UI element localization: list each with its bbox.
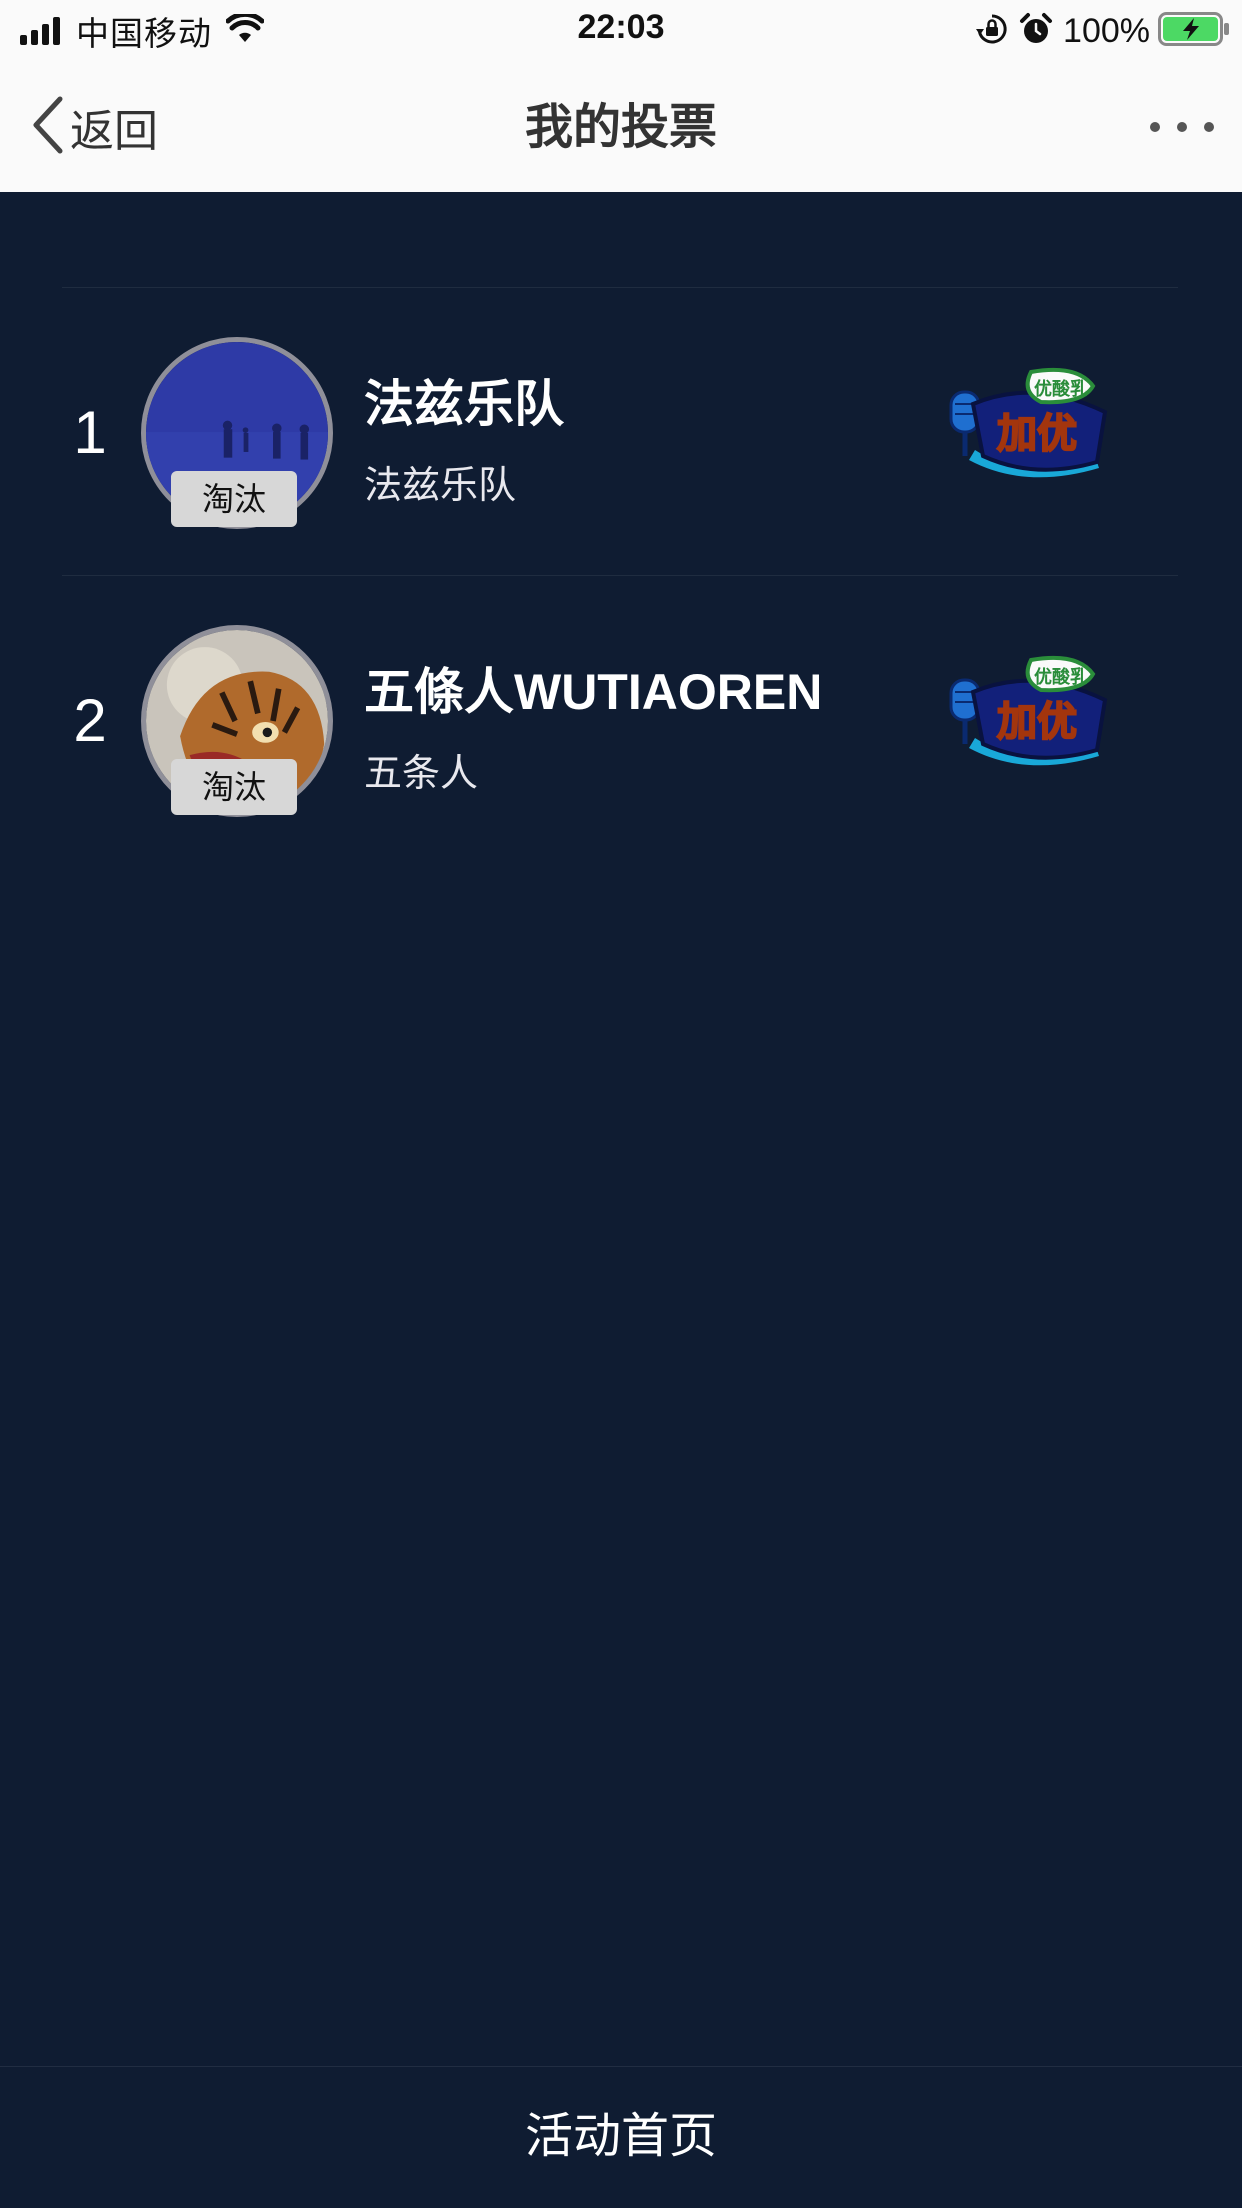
eliminated-tag: 淘汰 — [171, 759, 297, 815]
battery-icon — [1158, 12, 1230, 50]
nav-bar: 返回 我的投票 — [0, 62, 1242, 192]
alarm-icon — [1019, 12, 1053, 50]
sponsor-logo[interactable]: 优酸乳 加优 — [945, 364, 1115, 490]
more-icon[interactable] — [1133, 102, 1214, 152]
battery-percent: 100% — [1063, 11, 1150, 50]
svg-text:优酸乳: 优酸乳 — [1034, 378, 1088, 400]
svg-text:加优: 加优 — [997, 699, 1077, 745]
page-title: 我的投票 — [524, 99, 717, 155]
eliminated-tag: 淘汰 — [171, 471, 297, 527]
item-name: 五條人WUTIAOREN — [364, 664, 823, 720]
vote-list: 1 淘汰 法兹乐队 法兹乐队 优酸乳 加优 2 淘汰 五條人WUTIAOREN … — [62, 287, 1178, 863]
status-right: 100% — [975, 10, 1230, 52]
item-name: 法兹乐队 — [364, 376, 564, 432]
list-item[interactable]: 2 淘汰 五條人WUTIAOREN 五条人 优酸乳 加优 — [62, 575, 1178, 863]
rank-number: 1 — [73, 398, 107, 466]
status-bar: 中国移动 22:03 100% — [0, 0, 1242, 62]
rotation-lock-icon — [975, 12, 1009, 50]
svg-text:优酸乳: 优酸乳 — [1034, 666, 1088, 688]
item-subtitle: 法兹乐队 — [364, 463, 517, 507]
sponsor-logo[interactable]: 优酸乳 加优 — [945, 652, 1115, 778]
svg-text:加优: 加优 — [997, 411, 1077, 457]
activity-home-link[interactable]: 活动首页 — [0, 2103, 1242, 2169]
item-subtitle: 五条人 — [364, 751, 479, 795]
footer-bar: 活动首页 — [0, 2066, 1242, 2208]
list-item[interactable]: 1 淘汰 法兹乐队 法兹乐队 优酸乳 加优 — [62, 287, 1178, 575]
rank-number: 2 — [73, 686, 107, 754]
